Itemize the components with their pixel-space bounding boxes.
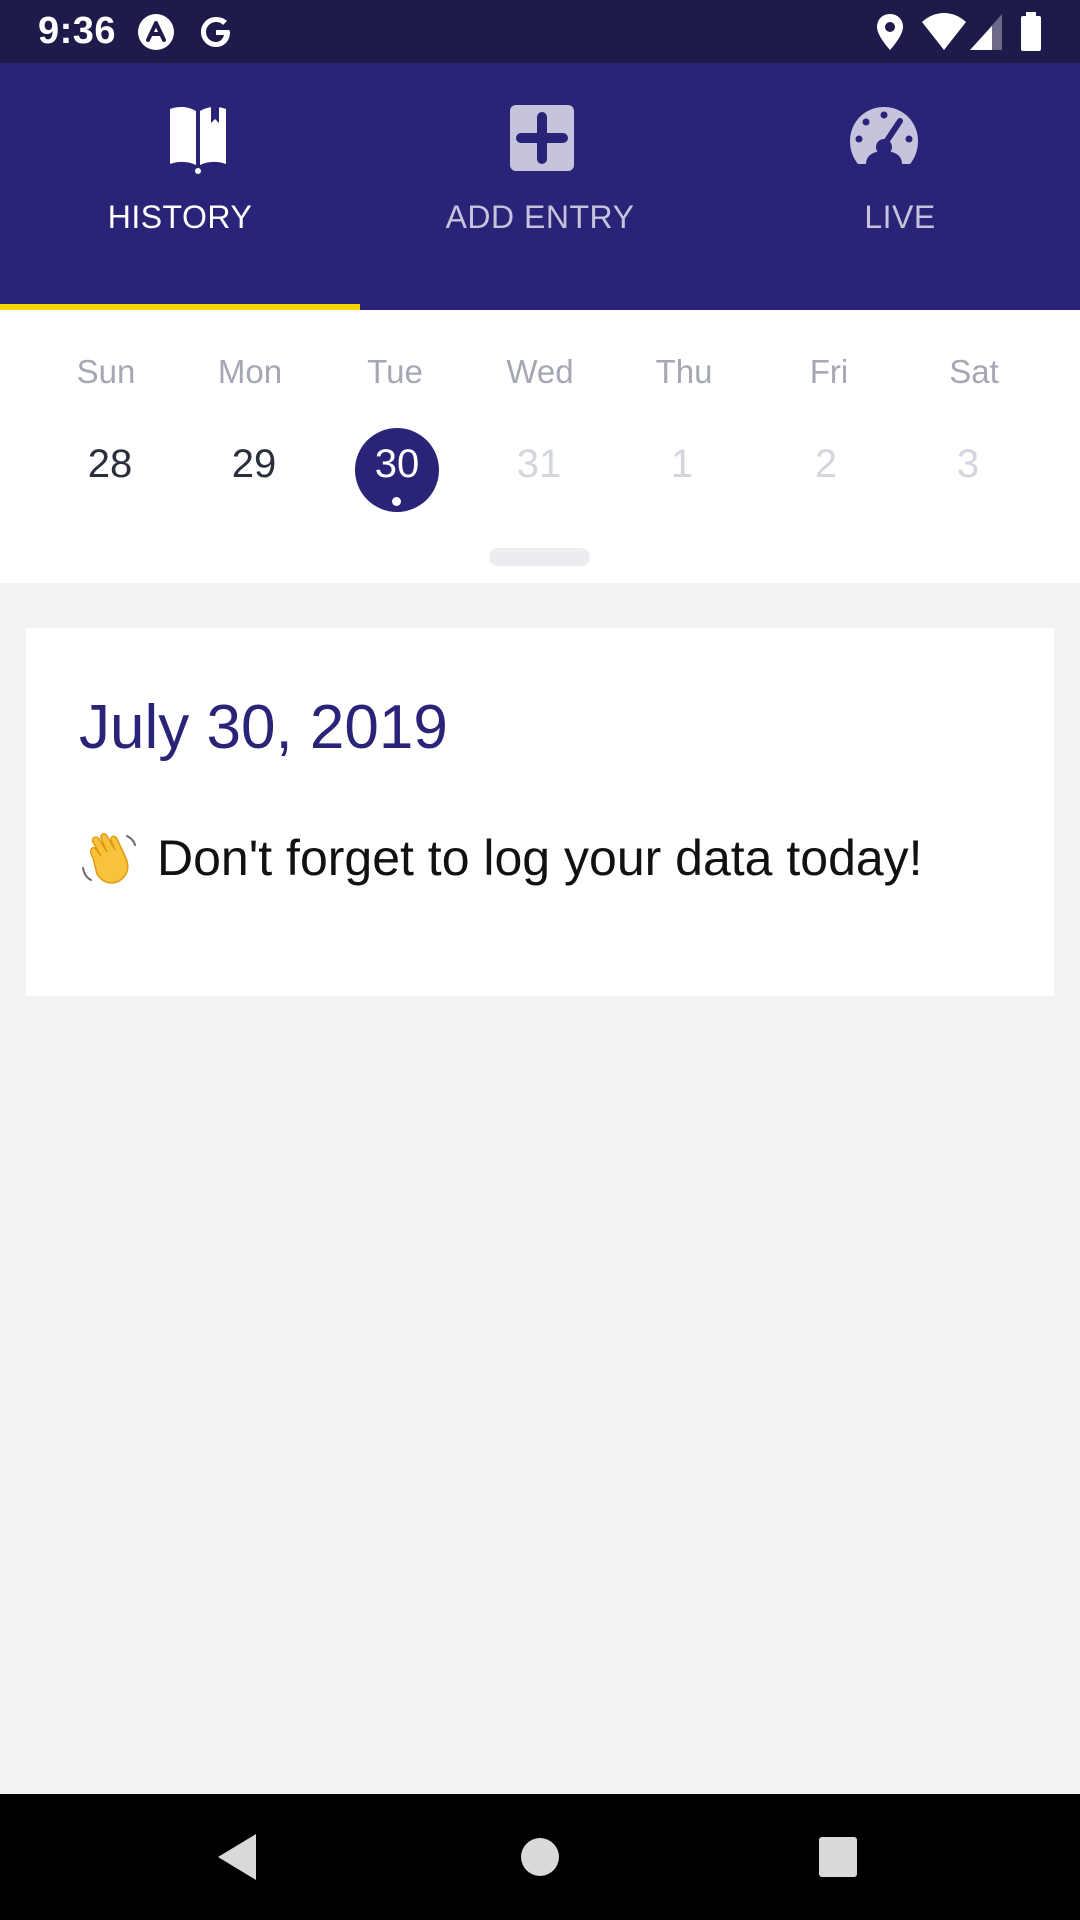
book-icon (170, 106, 226, 174)
day-name-tue: Tue (367, 353, 423, 390)
app-notification-icon (138, 14, 174, 50)
week-calendar-strip: Sun Mon Tue Wed Thu Fri Sat 28 29 30 31 … (0, 310, 1080, 583)
card-date: July 30, 2019 (79, 693, 448, 762)
back-icon[interactable] (214, 1794, 260, 1920)
google-icon (201, 17, 230, 47)
day-28[interactable]: 28 (38, 428, 182, 512)
location-icon (877, 14, 903, 50)
recents-icon[interactable] (816, 1794, 860, 1920)
tab-history[interactable]: HISTORY (0, 63, 360, 310)
tab-live[interactable]: LIVE (720, 63, 1080, 310)
wifi-icon (922, 13, 966, 50)
waving-hand-icon (82, 833, 136, 884)
day-2: 2 (814, 442, 838, 486)
battery-icon (1021, 12, 1041, 51)
tab-history-label: HISTORY (107, 199, 253, 235)
tab-add-entry[interactable]: ADD ENTRY (360, 63, 720, 310)
day-30-selected[interactable]: 30 (325, 428, 469, 512)
home-icon[interactable] (519, 1794, 561, 1920)
daily-entry-card: July 30, 2019 Don't forget to log your d… (26, 628, 1054, 996)
tab-bar: HISTORY ADD ENTRY LIVE (0, 63, 1080, 310)
day-name-sun: Sun (76, 353, 136, 390)
tab-live-label: LIVE (864, 199, 936, 235)
day-name-wed: Wed (506, 353, 574, 390)
day-29[interactable]: 29 (182, 428, 326, 512)
day-name-sat: Sat (949, 353, 999, 390)
day-name-mon: Mon (217, 353, 283, 390)
status-time: 9:36 (38, 10, 117, 52)
status-bar: 9:36 (0, 0, 1080, 63)
day-31: 31 (516, 442, 562, 486)
speedometer-icon (850, 107, 918, 164)
reminder-text: Don't forget to log your data today! (157, 830, 923, 886)
day-name-thu: Thu (655, 353, 713, 390)
reminder-message: Don't forget to log your data today! (79, 828, 923, 888)
cell-signal-icon (970, 14, 1002, 50)
day-name-fri: Fri (809, 353, 849, 390)
day-1: 1 (670, 442, 694, 486)
tab-add-entry-label: ADD ENTRY (445, 199, 635, 235)
plus-square-icon (510, 105, 574, 171)
drag-handle[interactable] (489, 548, 590, 566)
day-3: 3 (956, 442, 980, 486)
system-nav-bar (0, 1794, 1080, 1920)
